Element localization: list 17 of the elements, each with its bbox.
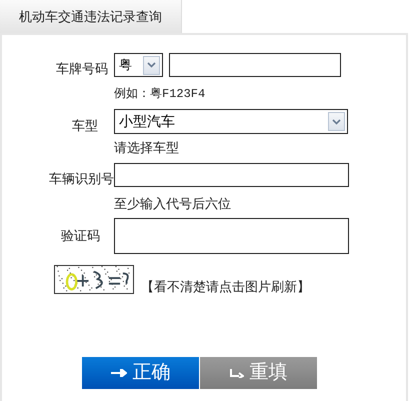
- arrow-right-icon: [110, 369, 126, 377]
- return-arrow-icon: [230, 368, 244, 378]
- vehicle-type-label: 车型: [71, 118, 98, 134]
- vehicle-type-select[interactable]: 小型汽车: [114, 109, 348, 134]
- province-select[interactable]: 粤: [114, 53, 163, 77]
- vin-input[interactable]: [114, 163, 349, 187]
- vin-label: 车辆识别号: [48, 171, 114, 187]
- submit-button[interactable]: 正确: [82, 357, 199, 389]
- plate-hint: 例如：粤F123F4: [114, 86, 206, 102]
- vin-hint: 至少输入代号后六位: [114, 196, 232, 212]
- refresh-hint: 【看不清楚请点击图片刷新】: [141, 279, 310, 295]
- plate-label: 车牌号码: [55, 61, 109, 77]
- plate-input[interactable]: [169, 53, 341, 77]
- captcha-input[interactable]: [114, 218, 349, 254]
- query-tab[interactable]: 机动车交通违法记录查询: [0, 0, 182, 33]
- vehicle-type-hint: 请选择车型: [114, 140, 180, 156]
- captcha-label: 验证码: [60, 227, 101, 246]
